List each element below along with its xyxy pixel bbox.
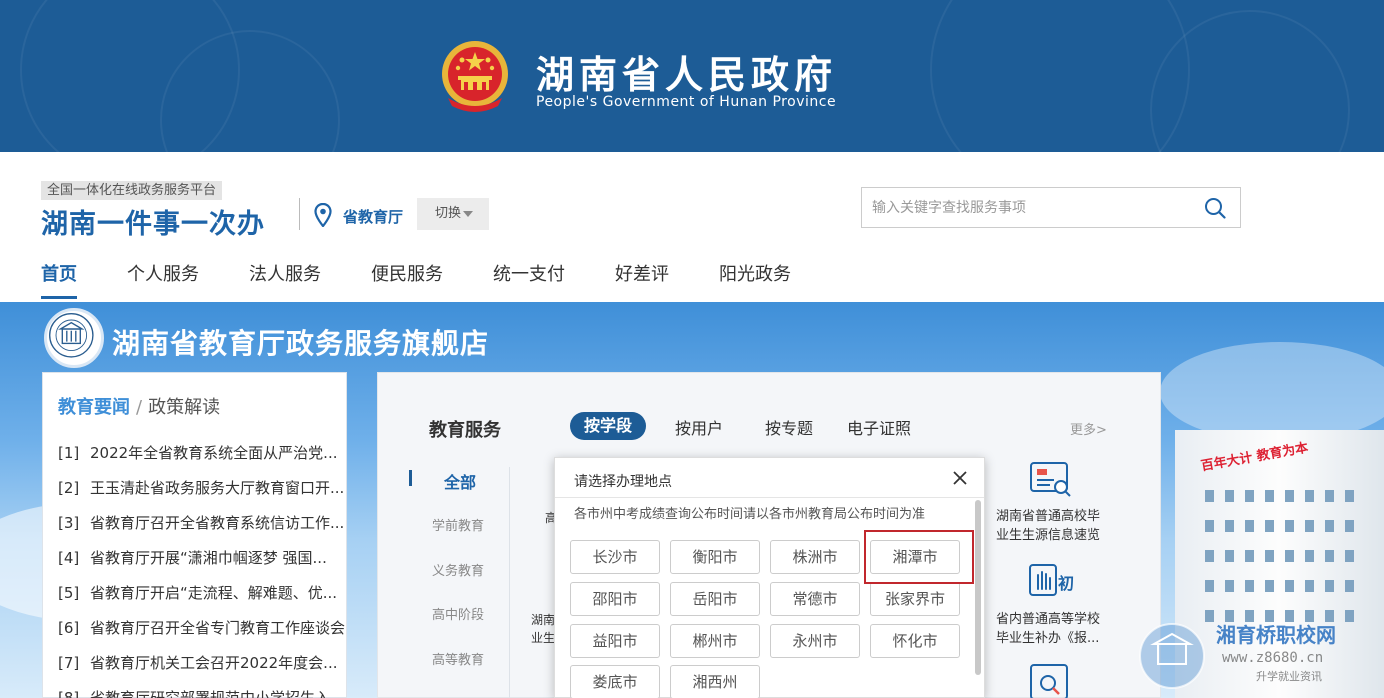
national-emblem-icon (442, 41, 508, 112)
news-item[interactable]: [4] 省教育厅开展“潇湘巾帼逐梦 强国... (58, 547, 327, 568)
dialog-scrollbar[interactable] (975, 500, 981, 675)
category-higher-education[interactable]: 高等教育 (432, 649, 484, 668)
government-name: 湖南省人民政府 (536, 53, 838, 97)
nav-open-government[interactable]: 阳光政务 (719, 260, 791, 286)
category-active-marker (409, 470, 412, 486)
nav-active-underline (41, 296, 77, 299)
hand-initial-icon[interactable]: 初 (1028, 563, 1074, 599)
news-item[interactable]: [1] 2022年全省教育系统全面从严治党... (58, 442, 337, 463)
cloud (1160, 342, 1384, 442)
nav-home[interactable]: 首页 (41, 260, 77, 286)
tab-e-license[interactable]: 电子证照 (847, 415, 911, 439)
services-heading: 教育服务 (429, 420, 501, 441)
current-location: 省教育厅 (343, 208, 404, 226)
government-name-english: People's Government of Hunan Province (536, 94, 837, 110)
nav-rating[interactable]: 好差评 (615, 260, 669, 286)
tab-policy-interpretation[interactable]: 政策解读 (148, 397, 220, 418)
news-panel: 教育要闻 / 政策解读 [1] 2022年全省教育系统全面从严治党... [2] 王玉清… (42, 372, 347, 698)
tab-by-topic[interactable]: 按专题 (765, 415, 813, 439)
search-box (861, 187, 1241, 228)
city-option[interactable]: 郴州市 (670, 624, 760, 658)
news-item[interactable]: [6] 省教育厅召开全省专门教育工作座谈会 (58, 617, 345, 638)
category-divider (509, 467, 510, 698)
caret-down-icon (463, 210, 474, 217)
location-pin-icon (314, 203, 332, 227)
watermark-brand: 湘育桥职校网 (1216, 623, 1336, 647)
education-department-logo (44, 308, 104, 368)
switch-label: 切换 (435, 206, 462, 221)
platform-brand[interactable]: 湖南一件事一次办 (41, 202, 265, 241)
nav-corporate-services[interactable]: 法人服务 (249, 260, 321, 286)
close-icon[interactable] (951, 469, 969, 487)
dialog-notice: 各市州中考成绩查询公布时间请以各市州教育局公布时间为准 (574, 507, 926, 522)
city-option[interactable]: 益阳市 (570, 624, 660, 658)
service-item[interactable]: 湖南省普通高校毕 业生生源信息速览 (996, 507, 1100, 545)
tab-by-stage[interactable]: 按学段 (570, 412, 647, 440)
service-text-partial: 业生 (531, 631, 556, 645)
watermark-domain: www.z8680.cn (1222, 650, 1323, 666)
category-high-school[interactable]: 高中阶段 (432, 604, 484, 623)
search-input[interactable] (862, 188, 1182, 227)
city-option[interactable]: 常德市 (770, 582, 860, 616)
svg-text:初: 初 (1058, 574, 1074, 593)
news-item[interactable]: [7] 省教育厅机关工会召开2022年度会... (58, 652, 337, 673)
service-item[interactable]: 省内普通高等学校 毕业生补办《报... (996, 610, 1100, 648)
city-option[interactable]: 张家界市 (870, 582, 960, 616)
watermark-subtitle: 升学就业资讯 (1256, 669, 1322, 683)
dialog-header: 请选择办理地点 (555, 458, 984, 498)
tab-by-user[interactable]: 按用户 (675, 415, 723, 439)
nav-convenience-services[interactable]: 便民服务 (371, 260, 443, 286)
store-title: 湖南省教育厅政务服务旗舰店 (112, 327, 490, 360)
city-option[interactable]: 长沙市 (570, 540, 660, 574)
news-item[interactable]: [2] 王玉清赴省政务服务大厅教育窗口开... (58, 477, 344, 498)
news-item[interactable]: [5] 省教育厅开启“走流程、解难题、优... (58, 582, 337, 603)
category-all[interactable]: 全部 (444, 469, 476, 493)
news-tabs: 教育要闻 / 政策解读 (58, 393, 220, 419)
nav-personal-services[interactable]: 个人服务 (127, 260, 199, 286)
more-link[interactable]: 更多> (1070, 419, 1107, 438)
document-magnify-icon[interactable] (1028, 663, 1074, 698)
city-option[interactable]: 衡阳市 (670, 540, 760, 574)
category-compulsory[interactable]: 义务教育 (432, 560, 484, 579)
city-option[interactable]: 湘西州 (670, 665, 760, 698)
search-icon[interactable] (1204, 197, 1226, 219)
city-option[interactable]: 邵阳市 (570, 582, 660, 616)
news-item[interactable]: [8] 省教育厅研究部署规范中小学招生入... (58, 687, 344, 698)
platform-tagline: 全国一体化在线政务服务平台 (41, 181, 223, 200)
document-search-icon[interactable] (1028, 461, 1074, 497)
nav-unified-payment[interactable]: 统一支付 (493, 260, 565, 286)
news-item[interactable]: [3] 省教育厅召开全省教育系统信访工作... (58, 512, 344, 533)
site-watermark: 湘育桥职校网 www.z8680.cn 升学就业资讯 (1139, 623, 1336, 689)
tab-separator: / (136, 397, 143, 418)
highlight-annotation-box (864, 530, 974, 584)
switch-location-button[interactable]: 切换 (417, 198, 489, 230)
city-option[interactable]: 株洲市 (770, 540, 860, 574)
service-text-partial: 湖南 (531, 613, 556, 627)
city-option[interactable]: 岳阳市 (670, 582, 760, 616)
dialog-title: 请选择办理地点 (574, 474, 672, 490)
header-divider (299, 198, 300, 230)
city-option[interactable]: 娄底市 (570, 665, 660, 698)
city-option[interactable]: 怀化市 (870, 624, 960, 658)
tab-education-news[interactable]: 教育要闻 (58, 397, 130, 418)
city-option[interactable]: 永州市 (770, 624, 860, 658)
category-preschool[interactable]: 学前教育 (432, 515, 484, 534)
government-banner: 湖南省人民政府 People's Government of Hunan Pro… (0, 0, 1384, 152)
